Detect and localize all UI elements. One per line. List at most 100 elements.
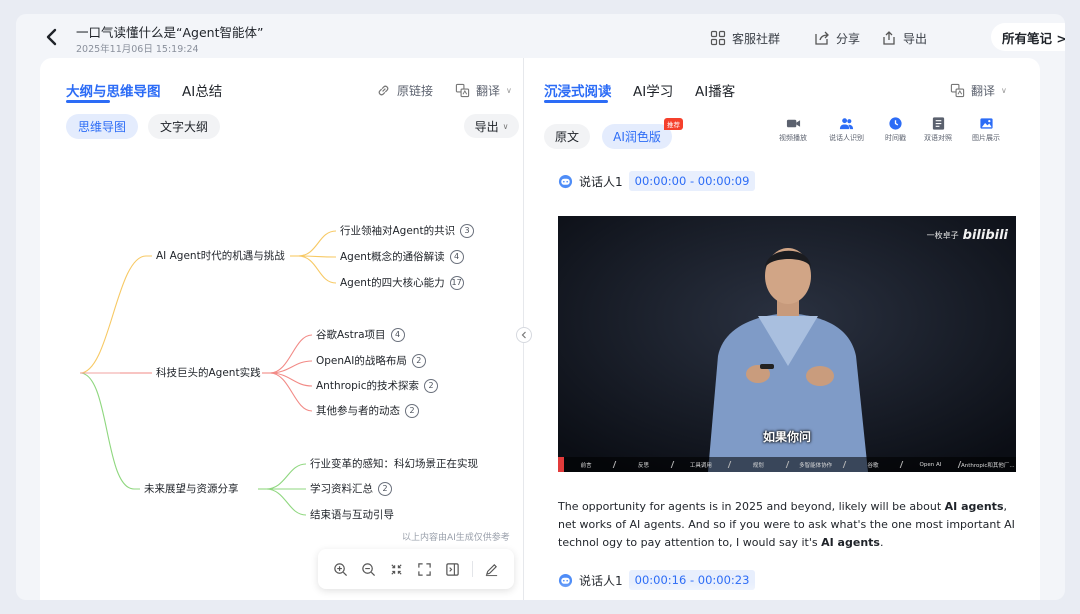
chapter-item[interactable]: 前言 (558, 461, 614, 469)
mindmap-leaf-node[interactable]: 学习资料汇总 2 (310, 481, 392, 496)
mindmap-leaf-node[interactable]: 行业变革的感知：科幻场景正在实现 (310, 456, 478, 471)
transcript-text: The opportunity for agents is in 2025 an… (558, 500, 945, 513)
child-count-badge[interactable]: 4 (390, 327, 405, 342)
translate-right-label: 翻译 (971, 84, 996, 98)
tool-speaker-id[interactable]: 说话人识别 (829, 116, 864, 143)
mindmap-leaf-label: 结束语与互动引导 (310, 509, 394, 521)
mindmap-leaf-node[interactable]: Agent概念的通俗解读 4 (340, 249, 464, 264)
tool-timestamp[interactable]: 时间戳 (885, 116, 906, 143)
mindmap-leaf-node[interactable]: OpenAI的战略布局 2 (316, 353, 426, 368)
export-header-button[interactable]: 导出 (881, 28, 927, 48)
chip-ai-polished[interactable]: AI润色版 (602, 124, 672, 149)
side-panel-button[interactable] (444, 560, 462, 578)
mindmap-leaf-node[interactable]: 谷歌Astra项目 4 (316, 327, 405, 342)
fit-button[interactable] (387, 560, 405, 578)
active-tab-indicator (544, 100, 608, 103)
mindmap-leaf-label: OpenAI的战略布局 (316, 355, 407, 367)
fullscreen-icon (418, 562, 431, 576)
compress-icon (391, 563, 402, 575)
chapter-item[interactable]: 反思 (615, 461, 671, 469)
export-header-label: 导出 (903, 31, 928, 46)
translate-icon (950, 83, 965, 98)
tool-video-play[interactable]: 视频播放 (779, 116, 807, 143)
zoom-out-button[interactable] (359, 560, 377, 578)
video-player[interactable]: 一枚卓子 bilibili 如果你问 前言 反思 工具调用 规划 多智能体协作 … (558, 216, 1016, 472)
video-progress[interactable] (558, 457, 564, 472)
mindmap-leaf-label: 行业领袖对Agent的共识 (340, 225, 456, 237)
video-subtitle: 如果你问 (762, 430, 811, 444)
video-camera-icon (786, 119, 800, 128)
mindmap-leaf-label: Agent概念的通俗解读 (340, 251, 445, 263)
child-count-badge[interactable]: 4 (449, 249, 464, 264)
transcript-paragraph: The opportunity for agents is in 2025 an… (558, 498, 1020, 552)
upload-icon (883, 31, 895, 45)
mindmap-canvas[interactable]: AI Agent时代的机遇与挑战 行业领袖对Agent的共识 3 Agent概念的通俗… (40, 58, 523, 600)
tool-timestamp-label: 时间戳 (885, 134, 906, 142)
speaker-timestamp[interactable]: 00:00:00 - 00:00:09 (628, 171, 756, 191)
back-button[interactable] (42, 25, 62, 49)
mindmap-leaf-node[interactable]: 其他参与者的动态 2 (316, 403, 419, 418)
zoom-out-icon (361, 562, 375, 576)
mindmap-leaf-node[interactable]: Agent的四大核心能力 17 (340, 275, 464, 290)
chapter-item[interactable]: Anthropic和其他厂... (960, 461, 1016, 469)
child-count-badge[interactable]: 2 (405, 403, 419, 418)
mindmap-leaf-label: Anthropic的技术探索 (316, 380, 419, 392)
mindmap-leaf-node[interactable]: Anthropic的技术探索 2 (316, 378, 438, 393)
speaker-avatar-icon (558, 174, 573, 188)
chapter-item[interactable]: 工具调用 (673, 461, 729, 469)
chapter-item[interactable]: 谷歌 (845, 461, 901, 469)
mindmap-leaf-label: 谷歌Astra项目 (316, 329, 386, 341)
tab-ai-podcast[interactable]: AI播客 (695, 80, 735, 100)
mindmap-branch-node[interactable]: 科技巨头的Agent实践 (156, 365, 261, 380)
mindmap-leaf-node[interactable]: 行业领袖对Agent的共识 3 (340, 223, 475, 238)
child-count-badge[interactable]: 3 (460, 223, 475, 238)
video-watermark: 一枚卓子 bilibili (927, 228, 1008, 243)
child-count-badge[interactable]: 17 (449, 275, 464, 290)
service-group-button[interactable]: 客服社群 (710, 28, 780, 48)
share-icon (815, 31, 829, 45)
outline-mindmap-panel: 大纲与思维导图 AI总结 原链接 翻译 ∨ 思维导图 文字大纲 导出 ∨ AI … (40, 58, 523, 600)
chapter-item[interactable]: 多智能体协作 (788, 461, 844, 469)
mindmap-branch-node[interactable]: 未来展望与资源分享 (144, 481, 239, 496)
tool-bilingual[interactable]: 双语对照 (924, 116, 952, 143)
tab-ai-learning[interactable]: AI学习 (633, 80, 673, 100)
grid-icon (710, 30, 726, 46)
tool-image-display[interactable]: 图片展示 (972, 116, 1000, 143)
chapter-item[interactable]: Open AI (902, 462, 958, 468)
ai-disclaimer: 以上内容由AI生成仅供参考 (402, 533, 510, 543)
document-datetime: 2025年11月06日 15:19:24 (76, 44, 199, 55)
mindmap-leaf-label: 其他参与者的动态 (316, 405, 400, 417)
mindmap-branch-node[interactable]: AI Agent时代的机遇与挑战 (156, 248, 285, 263)
zoom-in-icon (333, 562, 347, 576)
recommend-badge: 推荐 (664, 118, 683, 130)
chapter-item[interactable]: 规划 (730, 461, 786, 469)
mindmap-toolbar (318, 549, 514, 589)
collapse-panel-button[interactable] (516, 327, 532, 343)
zoom-in-button[interactable] (331, 560, 349, 578)
tab-immersive-reading[interactable]: 沉浸式阅读 (544, 80, 612, 100)
clock-icon (889, 117, 902, 130)
chapter-bar[interactable]: 前言 反思 工具调用 规划 多智能体协作 谷歌 Open AI Anthropi… (558, 457, 1016, 472)
speaker-name: 说话人1 (579, 174, 623, 189)
speaker-header: 说话人1 00:00:00 - 00:00:09 (558, 170, 756, 192)
child-count-badge[interactable]: 2 (378, 481, 392, 496)
mindmap-leaf-node[interactable]: 结束语与互动引导 (310, 507, 394, 522)
transcript-keyword: AI agents (944, 500, 1004, 513)
top-bar: 一口气读懂什么是“Agent智能体” 2025年11月06日 15:19:24 … (16, 14, 1065, 60)
mindmap-leaf-label: 行业变革的感知：科幻场景正在实现 (310, 458, 478, 470)
child-count-badge[interactable]: 2 (411, 353, 426, 368)
pen-icon (486, 563, 498, 576)
edit-button[interactable] (483, 560, 501, 578)
share-label: 分享 (836, 31, 861, 46)
child-count-badge[interactable]: 2 (423, 378, 438, 393)
fullscreen-button[interactable] (415, 560, 433, 578)
tool-video-play-label: 视频播放 (779, 134, 807, 142)
chip-original[interactable]: 原文 (544, 124, 590, 149)
share-button[interactable]: 分享 (814, 28, 860, 48)
translate-right-button[interactable]: 翻译 ∨ (950, 82, 1007, 99)
all-notes-button[interactable]: 所有笔记 > (991, 23, 1065, 51)
bilibili-logo: bilibili (962, 228, 1008, 243)
chevron-down-icon: ∨ (1001, 86, 1007, 95)
app-window: 一口气读懂什么是“Agent智能体” 2025年11月06日 15:19:24 … (16, 14, 1065, 600)
transcript-text: . (879, 536, 884, 549)
